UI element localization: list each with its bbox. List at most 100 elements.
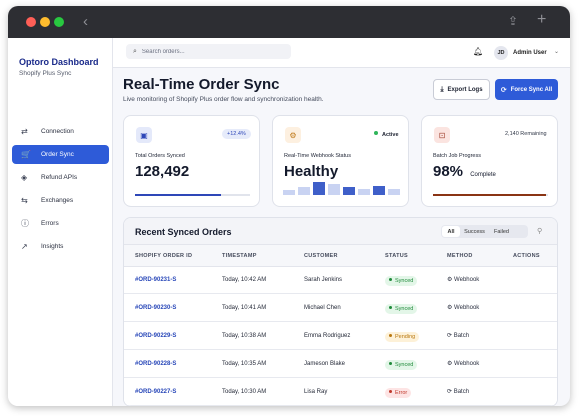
sidebar: Optoro Dashboard Shopify Plus Sync ⇄ Conn… bbox=[8, 38, 113, 406]
sync-method: ⚙ Webhook bbox=[447, 276, 479, 283]
column-header[interactable]: STATUS bbox=[385, 253, 408, 259]
customer-name: Lisa Ray bbox=[304, 389, 328, 395]
user-name[interactable]: Admin User bbox=[513, 50, 547, 56]
batch-progress-card: ⊡ 2,140 Remaining Batch Job Progress 98%… bbox=[421, 115, 558, 207]
filter-tab-all[interactable]: All bbox=[442, 226, 460, 237]
force-sync-button[interactable]: ⟳ Force Sync All bbox=[495, 79, 558, 100]
webhook-status-label: Real-Time Webhook Status bbox=[284, 153, 351, 159]
column-header[interactable]: ACTIONS bbox=[513, 253, 540, 259]
method-label: Webhook bbox=[454, 277, 480, 283]
customer-name: Michael Chen bbox=[304, 305, 341, 311]
back-chevron-icon[interactable]: ‹ bbox=[83, 13, 88, 30]
status-dot-icon bbox=[389, 306, 392, 309]
order-timestamp: Today, 10:35 AM bbox=[222, 361, 267, 367]
orders-synced-progress bbox=[135, 194, 250, 196]
sync-method: ⟳ Batch bbox=[447, 388, 469, 395]
column-header[interactable]: CUSTOMER bbox=[304, 253, 338, 259]
diamond-icon: ◈ bbox=[21, 173, 28, 182]
batch-complete-label: Complete bbox=[470, 172, 496, 178]
column-header[interactable]: TIMESTAMP bbox=[222, 253, 257, 259]
table-header: SHOPIFY ORDER ID TIMESTAMP CUSTOMER STATUS M… bbox=[124, 245, 557, 267]
status-label: Pending bbox=[395, 334, 416, 340]
webhook-status-card: ⚙ Active Real-Time Webhook Status Health… bbox=[272, 115, 409, 207]
method-label: Webhook bbox=[454, 305, 480, 311]
status-badge: Pending bbox=[385, 332, 420, 342]
method-label: Batch bbox=[453, 333, 470, 339]
method-label: Webhook bbox=[454, 361, 480, 367]
table-row[interactable]: #ORD-90230-S Today, 10:41 AM Michael Chen S… bbox=[124, 295, 557, 322]
chevron-down-icon[interactable]: ⌄ bbox=[554, 48, 559, 55]
share-icon[interactable]: ⇪ bbox=[508, 14, 518, 28]
order-timestamp: Today, 10:41 AM bbox=[222, 305, 267, 311]
sidebar-item-label: Exchanges bbox=[41, 197, 74, 204]
health-bar bbox=[298, 187, 310, 195]
app-window: ‹ ⇪ + Optoro Dashboard Shopify Plus Sync… bbox=[8, 6, 570, 406]
filter-tabs: All Success Failed bbox=[441, 225, 528, 238]
filter-tab-failed[interactable]: Failed bbox=[489, 226, 514, 237]
arrows-swap-icon: ⇄ bbox=[21, 127, 28, 136]
method-label: Batch bbox=[453, 389, 470, 395]
order-id-link[interactable]: #ORD-90231-S bbox=[135, 277, 176, 283]
customer-name: Jameson Blake bbox=[304, 361, 346, 367]
order-id-link[interactable]: #ORD-90228-S bbox=[135, 361, 176, 367]
status-dot-icon bbox=[389, 278, 392, 281]
recent-orders-panel: Recent Synced Orders All Success Failed ⚲ … bbox=[123, 217, 558, 406]
minimize-window-button[interactable] bbox=[40, 17, 50, 27]
table-row[interactable]: #ORD-90231-S Today, 10:42 AM Sarah Jenkins… bbox=[124, 267, 557, 294]
orders-header: Recent Synced Orders All Success Failed ⚲ bbox=[124, 218, 557, 245]
active-dot-icon bbox=[374, 131, 378, 135]
new-tab-plus-icon[interactable]: + bbox=[537, 11, 546, 29]
customer-name: Emma Rodriguez bbox=[304, 333, 351, 339]
health-bar bbox=[328, 184, 340, 195]
sync-method: ⚙ Webhook bbox=[447, 360, 479, 367]
avatar[interactable]: JD bbox=[494, 46, 508, 60]
maximize-window-button[interactable] bbox=[54, 17, 64, 27]
force-sync-label: Force Sync All bbox=[510, 86, 553, 93]
table-row[interactable]: #ORD-90228-S Today, 10:35 AM Jameson Blake… bbox=[124, 351, 557, 378]
page-subtitle: Live monitoring of Shopify Plus order fl… bbox=[123, 96, 324, 103]
filter-icon[interactable]: ⚲ bbox=[537, 227, 542, 235]
order-id-link[interactable]: #ORD-90227-S bbox=[135, 389, 176, 395]
status-label: Synced bbox=[395, 278, 414, 284]
sync-icon: ⟳ bbox=[500, 86, 507, 94]
main-content: Real-Time Order Sync Live monitoring of … bbox=[113, 68, 570, 406]
sidebar-item-refund-apis[interactable]: ◈ Refund APIs bbox=[12, 168, 109, 187]
orders-title: Recent Synced Orders bbox=[135, 227, 232, 237]
filter-tab-success[interactable]: Success bbox=[460, 226, 489, 237]
sidebar-item-order-sync[interactable]: 🛒 Order Sync bbox=[12, 145, 109, 164]
status-badge: Error bbox=[385, 388, 412, 398]
customer-name: Sarah Jenkins bbox=[304, 277, 343, 283]
sidebar-item-connection[interactable]: ⇄ Connection bbox=[12, 122, 109, 141]
status-dot-icon bbox=[389, 362, 392, 365]
sidebar-item-insights[interactable]: ↗ Insights bbox=[12, 237, 109, 256]
table-row[interactable]: #ORD-90229-S Today, 10:38 AM Emma Rodrigue… bbox=[124, 323, 557, 350]
bell-icon[interactable]: 🔔︎ bbox=[473, 47, 483, 56]
box-icon: ▣ bbox=[136, 127, 152, 143]
active-label: Active bbox=[382, 132, 399, 138]
sync-method: ⟳ Batch bbox=[447, 332, 469, 339]
sidebar-item-errors[interactable]: ⓘ Errors bbox=[12, 214, 109, 233]
order-timestamp: Today, 10:30 AM bbox=[222, 389, 267, 395]
status-badge: Synced bbox=[385, 304, 418, 314]
batch-sync-icon: ⟳ bbox=[447, 389, 454, 395]
sidebar-item-exchanges[interactable]: ⇆ Exchanges bbox=[12, 191, 109, 210]
close-window-button[interactable] bbox=[26, 17, 36, 27]
search-input[interactable] bbox=[141, 48, 282, 55]
order-id-link[interactable]: #ORD-90229-S bbox=[135, 333, 176, 339]
health-bar bbox=[283, 190, 295, 195]
health-bar bbox=[373, 186, 385, 195]
export-logs-button[interactable]: ⤓ Export Logs bbox=[433, 79, 490, 100]
orders-synced-value: 128,492 bbox=[135, 163, 190, 180]
health-bar bbox=[388, 189, 400, 195]
column-header[interactable]: METHOD bbox=[447, 253, 473, 259]
batch-progress-bar bbox=[433, 194, 548, 196]
health-bar bbox=[358, 189, 370, 195]
table-row[interactable]: #ORD-90227-S Today, 10:30 AM Lisa Ray Error… bbox=[124, 379, 557, 406]
health-bar bbox=[343, 187, 355, 195]
search-box[interactable]: ⌕ bbox=[126, 44, 291, 59]
page-title: Real-Time Order Sync bbox=[123, 76, 280, 93]
window-titlebar: ‹ ⇪ + bbox=[8, 6, 570, 38]
order-id-link[interactable]: #ORD-90230-S bbox=[135, 305, 176, 311]
column-header[interactable]: SHOPIFY ORDER ID bbox=[135, 253, 192, 259]
export-logs-label: Export Logs bbox=[447, 86, 483, 93]
